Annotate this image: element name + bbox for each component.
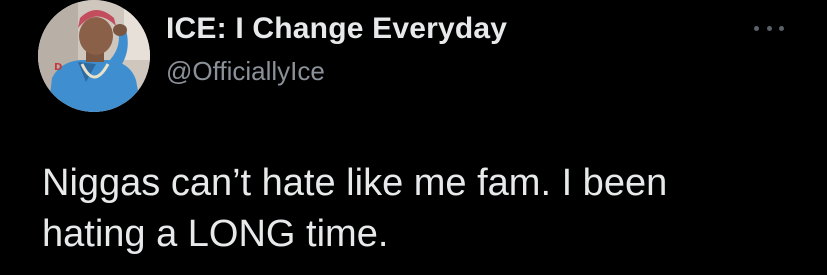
avatar[interactable]: D — [38, 0, 150, 112]
more-dot-2 — [766, 25, 772, 31]
more-dot-1 — [754, 25, 759, 31]
svg-text:D: D — [54, 62, 62, 73]
user-avatar-image: D — [38, 0, 150, 112]
tweet-text: Niggas can’t hate like me fam. I been ha… — [42, 162, 668, 255]
author-display-name[interactable]: ICE: I Change Everyday — [166, 12, 507, 46]
tweet-card: D ICE: I Change Everyday @OfficiallyIce … — [0, 0, 827, 275]
more-options-icon[interactable] — [754, 18, 784, 38]
author-handle[interactable]: @OfficiallyIce — [166, 56, 325, 87]
more-dot-3 — [779, 25, 784, 31]
